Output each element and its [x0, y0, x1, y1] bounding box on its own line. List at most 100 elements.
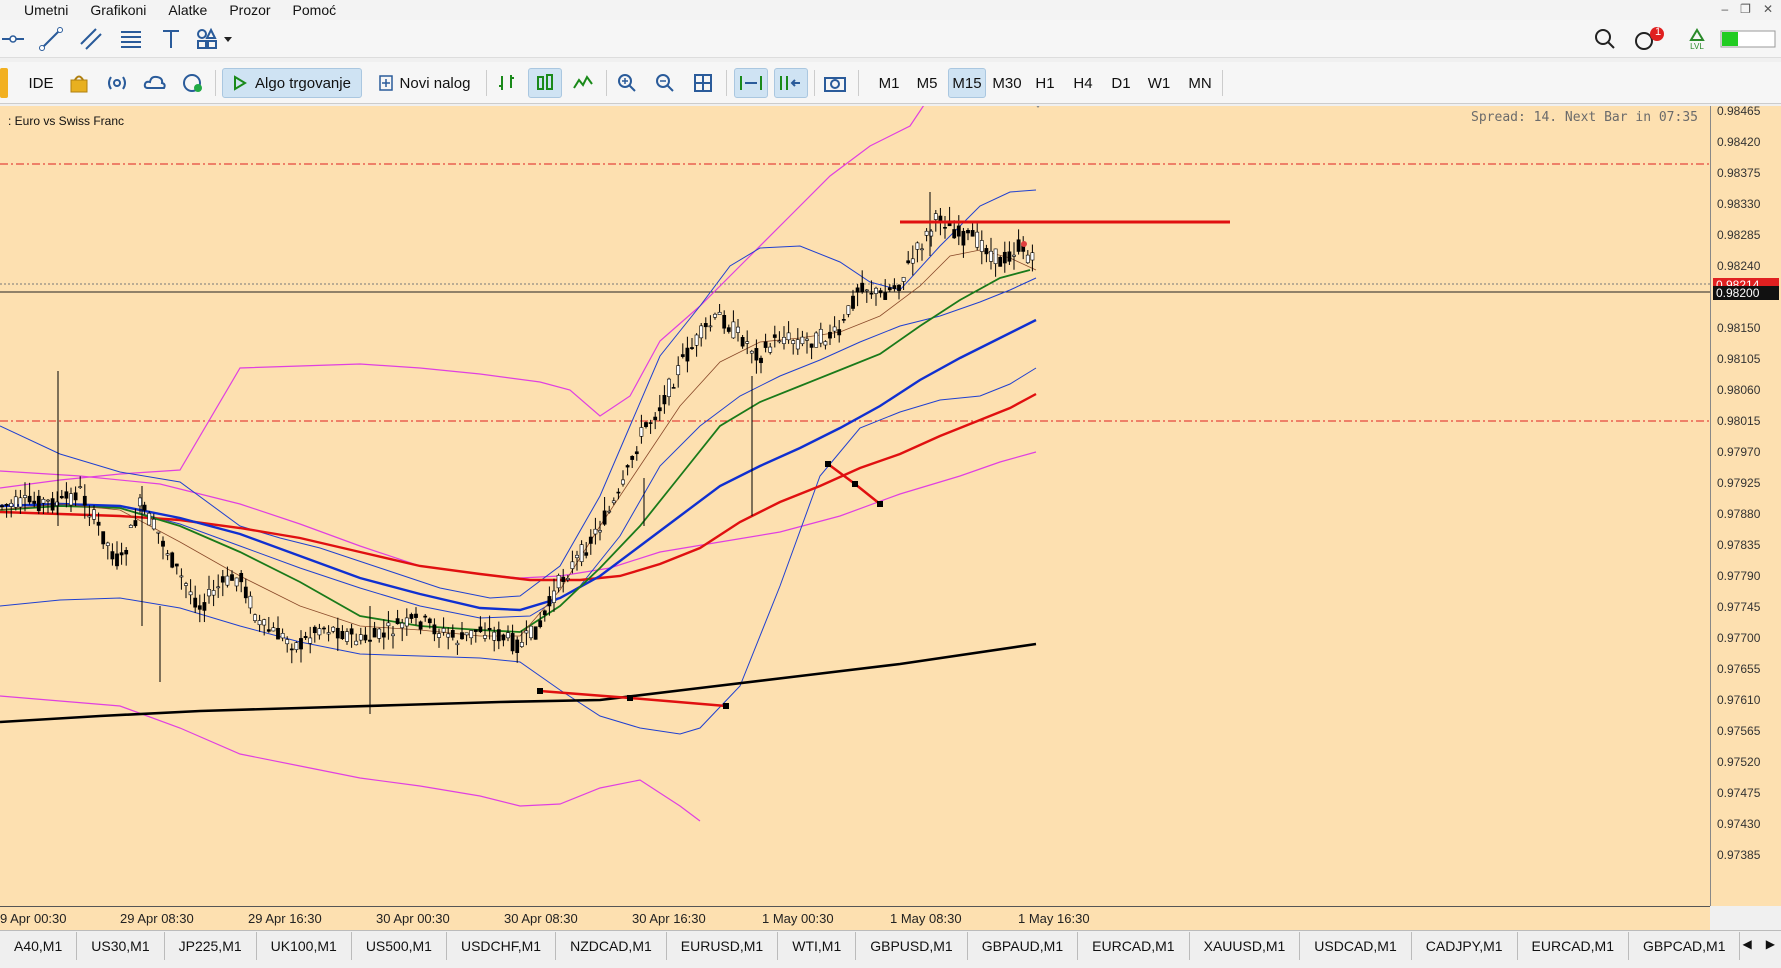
symbol-tab[interactable]: EURUSD,M1 [667, 931, 779, 960]
signals-icon[interactable] [102, 68, 132, 98]
close-icon[interactable]: ✕ [1763, 0, 1773, 18]
timeframe-h1[interactable]: H1 [1028, 68, 1062, 98]
new-order-button[interactable]: Novi nalog [368, 68, 480, 98]
symbol-tab[interactable]: UK100,M1 [257, 931, 352, 960]
chart-shift-marker[interactable] [1032, 106, 1044, 108]
separator [858, 70, 859, 96]
timeframe-h4[interactable]: H4 [1066, 68, 1100, 98]
text-icon[interactable] [158, 26, 184, 52]
trendline-anchor[interactable] [723, 703, 729, 709]
market-bag-icon[interactable] [64, 68, 94, 98]
symbol-tab[interactable]: A40,M1 [0, 931, 78, 960]
price-tick-label: 0.98285 [1717, 228, 1761, 242]
menu-alatke[interactable]: Alatke [157, 0, 218, 20]
restore-icon[interactable]: ❐ [1740, 0, 1751, 18]
candle-body [46, 499, 50, 502]
search-icon[interactable] [1592, 26, 1618, 52]
separator [606, 70, 607, 96]
timeframe-d1[interactable]: D1 [1104, 68, 1138, 98]
timeframe-mn[interactable]: MN [1182, 68, 1218, 98]
main-toolbar: IDE Algo trgovanje Novi nalog M1 M5 M15 … [0, 62, 1781, 104]
timeframe-m1[interactable]: M1 [872, 68, 906, 98]
horizontal-line-icon[interactable] [0, 26, 26, 52]
candle-body [381, 632, 386, 638]
symbol-tab[interactable]: EURCAD,M1 [1078, 931, 1190, 960]
candle-body [561, 576, 566, 582]
symbol-tab[interactable]: US30,M1 [77, 931, 165, 960]
screenshot-icon[interactable] [820, 68, 850, 98]
timeframe-m30[interactable]: M30 [988, 68, 1026, 98]
menu-grafikoni[interactable]: Grafikoni [79, 0, 157, 20]
candle-body [800, 336, 805, 345]
candle-body [133, 520, 138, 527]
symbol-tab[interactable]: XAUUSD,M1 [1190, 931, 1301, 960]
symbol-tab[interactable]: USDCHF,M1 [447, 931, 557, 960]
candle-body [680, 354, 685, 357]
candlestick-icon[interactable] [528, 68, 562, 98]
algo-trading-button[interactable]: Algo trgovanje [222, 68, 362, 98]
timeframe-m15[interactable]: M15 [948, 68, 986, 98]
candle-body [841, 319, 846, 321]
candle-body [299, 638, 303, 650]
trendline-anchor[interactable] [537, 688, 543, 694]
chart-canvas[interactable] [0, 106, 1710, 906]
symbol-tab[interactable]: JP225,M1 [165, 931, 257, 960]
symbol-tab[interactable]: WTI,M1 [778, 931, 857, 960]
symbol-tab[interactable]: GBPUSD,M1 [856, 931, 968, 960]
symbol-tab[interactable]: GBPAUD,M1 [968, 931, 1079, 960]
shapes-dropdown-icon[interactable] [194, 26, 238, 52]
yellow-tab-icon[interactable] [0, 68, 8, 98]
trendline-anchor[interactable] [627, 695, 633, 701]
price-tick-label: 0.97790 [1717, 569, 1761, 583]
timeframe-w1[interactable]: W1 [1142, 68, 1176, 98]
fibonacci-icon[interactable] [118, 26, 144, 52]
trendline-icon[interactable] [38, 26, 64, 52]
trendline-anchor[interactable] [825, 461, 831, 467]
bar-chart-icon[interactable] [492, 68, 522, 98]
window-controls: – ❐ ✕ [1721, 0, 1773, 18]
tab-right-arrow-icon[interactable]: ▶ [1766, 937, 1775, 951]
symbol-tab[interactable]: CADJPY,M1 [1412, 931, 1518, 960]
vps-icon[interactable] [178, 68, 208, 98]
candle-body [910, 258, 915, 264]
candle-body [828, 331, 832, 339]
menu-prozor[interactable]: Prozor [218, 0, 281, 20]
symbol-tab[interactable]: NZDCAD,M1 [556, 931, 667, 960]
symbol-tab[interactable]: US500,M1 [352, 931, 447, 960]
time-tick-label: 30 Apr 16:30 [632, 911, 706, 926]
minimize-icon[interactable]: – [1721, 0, 1728, 18]
candle-body [156, 531, 161, 534]
ide-button[interactable]: IDE [24, 68, 58, 98]
tab-left-arrow-icon[interactable]: ◀ [1743, 937, 1752, 951]
zoom-out-icon[interactable] [650, 68, 680, 98]
line-chart-icon[interactable] [568, 68, 598, 98]
menu-pomoc[interactable]: Pomoć [282, 0, 348, 20]
time-tick-label: 1 May 00:30 [762, 911, 834, 926]
symbol-tab[interactable]: USDCAD,M1 [1300, 931, 1412, 960]
grid-icon[interactable] [688, 68, 718, 98]
trendline-anchor[interactable] [877, 501, 883, 507]
candle-body [50, 498, 55, 511]
candle-body [427, 618, 432, 624]
trendline-anchor[interactable] [852, 481, 858, 487]
cloud-icon[interactable] [140, 68, 170, 98]
symbol-tab[interactable]: GBPCAD,M1 [1629, 931, 1741, 960]
candle-body [639, 427, 644, 437]
zoom-in-icon[interactable] [612, 68, 642, 98]
candle-body [161, 540, 165, 547]
notifications-icon[interactable]: 1 [1632, 26, 1668, 52]
time-axis[interactable]: 9 Apr 00:30 29 Apr 08:30 29 Apr 16:30 30 Ap… [0, 906, 1710, 930]
candle-body [653, 416, 658, 421]
menu-umetni[interactable]: Umetni [0, 0, 79, 20]
candle-body [147, 512, 152, 526]
symbol-tab[interactable]: EURCAD,M1 [1518, 931, 1630, 960]
price-axis[interactable]: 0.98214 0.98200 0.98465 0.98420 0.98375 0.9… [1710, 104, 1781, 906]
price-chart[interactable]: : Euro vs Swiss Franc Spread: 14. Next B… [0, 106, 1710, 906]
chart-shift-icon[interactable] [774, 68, 808, 98]
timeframe-m5[interactable]: M5 [910, 68, 944, 98]
candle-body [115, 553, 119, 567]
separator [215, 70, 216, 96]
candle-body [887, 287, 892, 291]
channel-icon[interactable] [78, 26, 104, 52]
autoscroll-icon[interactable] [734, 68, 768, 98]
